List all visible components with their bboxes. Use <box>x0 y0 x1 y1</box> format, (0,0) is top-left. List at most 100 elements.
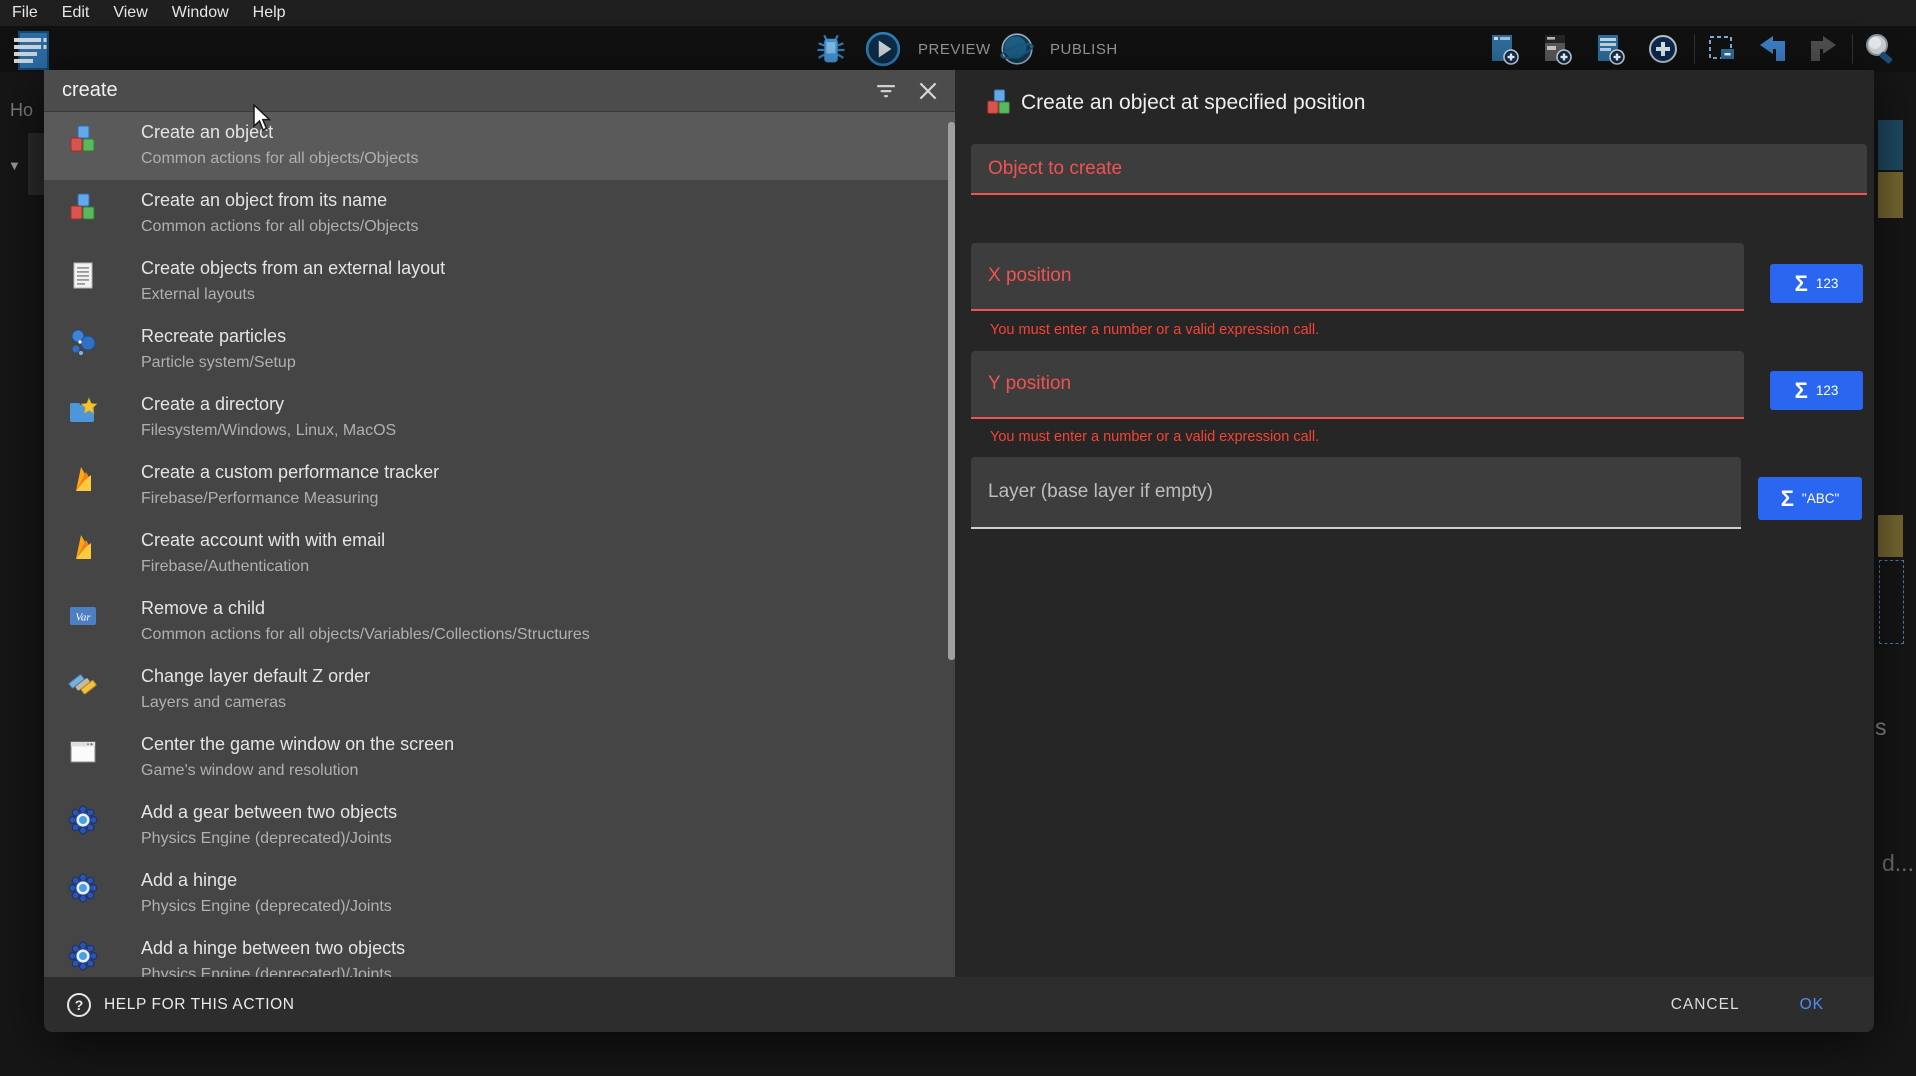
debug-icon[interactable] <box>813 32 849 73</box>
action-list-item[interactable]: Create an object from its nameCommon act… <box>44 180 955 248</box>
action-item-subtitle: Layers and cameras <box>141 690 370 716</box>
window-icon <box>67 736 99 768</box>
action-list-item[interactable]: Center the game window on the screenGame… <box>44 724 955 792</box>
svg-text:Var: Var <box>75 612 91 624</box>
action-item-title: Add a gear between two objects <box>141 799 397 826</box>
action-item-title: Change layer default Z order <box>141 663 370 690</box>
action-list-item[interactable]: Recreate particlesParticle system/Setup <box>44 316 955 384</box>
menu-window[interactable]: Window <box>172 4 229 22</box>
action-list-item[interactable]: Add a hingePhysics Engine (deprecated)/J… <box>44 860 955 928</box>
action-search-input[interactable] <box>44 78 871 103</box>
search-icon[interactable] <box>1862 31 1898 72</box>
action-list-item[interactable]: Add a gear between two objectsPhysics En… <box>44 792 955 860</box>
action-config-panel: Create an object at specified position O… <box>955 70 1874 977</box>
action-list-item[interactable]: Create a custom performance trackerFireb… <box>44 452 955 520</box>
x-expression-button[interactable]: Σ 123 <box>1770 264 1863 303</box>
action-item-title: Create a directory <box>141 391 396 418</box>
firebase-icon <box>67 532 99 564</box>
layer-expression-button[interactable]: Σ "ABC" <box>1758 477 1862 520</box>
publish-icon[interactable] <box>998 30 1036 73</box>
action-item-subtitle: Filesystem/Windows, Linux, MacOS <box>141 418 396 444</box>
action-header: Create an object at specified position <box>955 70 1874 134</box>
physics-icon <box>67 804 99 836</box>
menu-view[interactable]: View <box>113 4 147 22</box>
action-list-item[interactable]: Change layer default Z orderLayers and c… <box>44 656 955 724</box>
action-item-subtitle: Firebase/Authentication <box>141 554 385 580</box>
action-item-subtitle: Physics Engine (deprecated)/Joints <box>141 894 392 920</box>
action-item-title: Remove a child <box>141 595 590 622</box>
firebase-icon <box>67 464 99 496</box>
action-list-item[interactable]: Create a directoryFilesystem/Windows, Li… <box>44 384 955 452</box>
home-tab[interactable]: Ho <box>10 100 33 121</box>
background-thumbnail <box>1878 120 1903 170</box>
action-search-panel: Create an object Common actions for all o… <box>44 70 955 977</box>
action-item-subtitle: Common actions for all objects/Objects <box>141 214 418 240</box>
action-item-subtitle: Firebase/Performance Measuring <box>141 486 439 512</box>
background-thumbnail <box>1878 172 1903 218</box>
add-resource-icon[interactable] <box>1647 33 1679 70</box>
action-list-item[interactable]: VarRemove a childCommon actions for all … <box>44 588 955 656</box>
action-item-subtitle: Physics Engine (deprecated)/Joints <box>141 962 405 977</box>
preview-icon[interactable] <box>864 30 902 73</box>
x-position-field[interactable]: X position <box>971 243 1744 311</box>
y-position-placeholder: Y position <box>971 373 1071 395</box>
action-item-title: Create a custom performance tracker <box>141 459 439 486</box>
var-icon: Var <box>67 600 99 632</box>
folder-star-icon <box>67 396 99 428</box>
physics-icon <box>67 872 99 904</box>
preview-button[interactable]: PREVIEW <box>918 26 991 72</box>
action-item-title: Create objects from an external layout <box>141 255 445 282</box>
chevron-down-icon[interactable]: ▼ <box>8 158 21 173</box>
cubes-icon <box>67 124 99 156</box>
action-list-item[interactable]: Add a hinge between two objectsPhysics E… <box>44 928 955 977</box>
background-panel-edge <box>28 133 44 195</box>
list-scrollbar[interactable] <box>948 122 955 660</box>
action-item-title: Add a hinge between two objects <box>141 935 405 962</box>
sigma-icon: Σ <box>1795 273 1808 295</box>
physics-icon <box>67 940 99 972</box>
ok-button[interactable]: OK <box>1794 995 1830 1015</box>
svg-text:?: ? <box>75 997 84 1013</box>
instruction-editor-dialog: Create an object Common actions for all o… <box>44 70 1874 1032</box>
undo-icon[interactable] <box>1758 34 1790 69</box>
y-expression-button[interactable]: Σ 123 <box>1770 371 1863 410</box>
edit-selection-icon[interactable] <box>1706 33 1738 70</box>
add-scene-icon[interactable] <box>1488 33 1520 70</box>
zorder-icon <box>67 668 99 700</box>
filter-icon[interactable] <box>871 76 901 106</box>
menu-help[interactable]: Help <box>253 4 286 22</box>
menu-file[interactable]: File <box>12 4 38 22</box>
publish-button[interactable]: PUBLISH <box>1050 26 1118 72</box>
object-to-create-placeholder: Object to create <box>971 158 1122 180</box>
layer-placeholder: Layer (base layer if empty) <box>971 481 1213 503</box>
help-icon: ? <box>66 992 92 1018</box>
y-position-error: You must enter a number or a valid expre… <box>990 429 1319 445</box>
action-item-title: Create an object <box>141 119 418 146</box>
create-object-icon <box>984 88 1014 118</box>
cubes-icon <box>67 192 99 224</box>
document-icon <box>67 260 99 292</box>
action-item-title: Recreate particles <box>141 323 296 350</box>
action-item-title: Create account with with email <box>141 527 385 554</box>
close-icon[interactable] <box>913 76 943 106</box>
toolbar-separator <box>1852 34 1853 64</box>
menu-edit[interactable]: Edit <box>62 4 90 22</box>
object-to-create-field[interactable]: Object to create <box>971 144 1867 195</box>
add-external-layout-icon[interactable] <box>1594 33 1626 70</box>
redo-icon[interactable] <box>1806 34 1838 69</box>
sigma-icon: Σ <box>1795 380 1808 402</box>
gdevelop-window: File Edit View Window Help PREVIEW PUBLI… <box>0 0 1916 1076</box>
layer-field[interactable]: Layer (base layer if empty) <box>971 457 1741 529</box>
dialog-footer: ? HELP FOR THIS ACTION CANCEL OK <box>44 977 1874 1032</box>
background-thumbnail <box>1878 515 1903 557</box>
background-selection-outline <box>1879 560 1904 644</box>
cancel-button[interactable]: CANCEL <box>1665 995 1746 1015</box>
y-position-field[interactable]: Y position <box>971 351 1744 419</box>
add-external-events-icon[interactable] <box>1541 33 1573 70</box>
help-button[interactable]: ? HELP FOR THIS ACTION <box>66 992 295 1018</box>
action-list-item[interactable]: Create objects from an external layoutEx… <box>44 248 955 316</box>
action-list-item[interactable]: Create account with with emailFirebase/A… <box>44 520 955 588</box>
action-item-subtitle: Particle system/Setup <box>141 350 296 376</box>
action-list-item[interactable]: Create an objectCommon actions for all o… <box>44 112 955 180</box>
search-header <box>44 70 955 112</box>
